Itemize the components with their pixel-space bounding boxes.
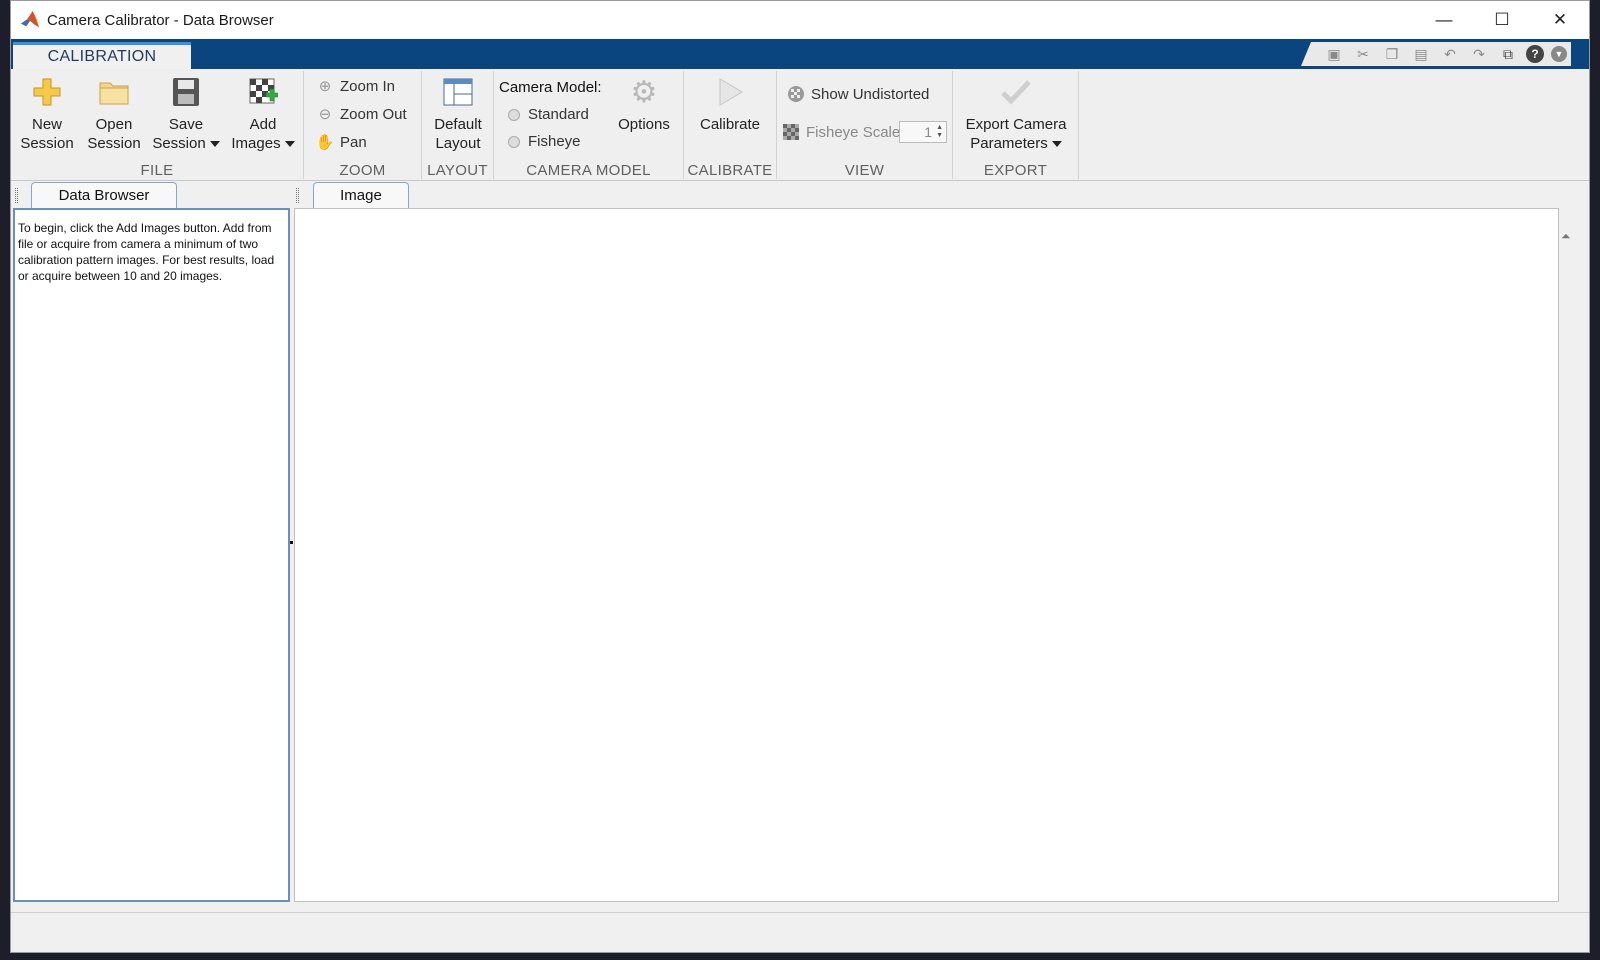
minimize-button[interactable]: — [1415,1,1473,39]
standard-radio[interactable]: Standard [508,106,589,123]
spinner-arrows-icon[interactable]: ▲ ▼ [936,124,943,140]
cut-icon[interactable]: ✂ [1352,44,1374,64]
options-button[interactable]: ⚙ Options [612,75,676,134]
quick-access-toolbar: ▣ ✂ ❐ ▤ ↶ ↷ ⧉ ? ▼ [1301,42,1571,66]
open-session-button[interactable]: Open Session [85,75,143,153]
save-session-button[interactable]: Save Session [149,75,223,153]
zoom-in-icon: ⊕ [318,78,332,95]
app-window: Camera Calibrator - Data Browser — ☐ ✕ C… [10,0,1590,953]
close-button[interactable]: ✕ [1531,1,1589,39]
status-bar [11,912,1589,952]
panel-grip-icon[interactable] [296,188,299,203]
calibrate-button[interactable]: Calibrate [692,75,768,134]
group-zoom: ⊕ Zoom In ⊖ Zoom Out ✋ Pan ZOOM [304,71,422,179]
group-layout: Default Layout LAYOUT [422,71,494,179]
show-undistorted-button[interactable]: Show Undistorted [787,85,929,103]
checkmark-icon [999,75,1033,109]
redo-icon[interactable]: ↷ [1468,44,1490,64]
menu-icon[interactable]: ▼ [1551,46,1567,62]
collapse-ribbon-icon[interactable]: ⏶ [1561,229,1575,243]
group-label-calibrate: CALIBRATE [687,162,773,179]
zoom-out-icon: ⊖ [318,106,332,123]
hand-icon: ✋ [315,134,335,151]
paste-icon[interactable]: ▤ [1410,44,1432,64]
group-view: Show Undistorted Fisheye Scale 1 ▲ ▼ VIEW [777,71,953,179]
group-calibrate: Calibrate CALIBRATE [684,71,777,179]
save-icon [169,75,203,109]
data-browser-content: To begin, click the Add Images button. A… [13,208,290,902]
undistorted-icon [787,85,805,103]
group-label-export: EXPORT [983,162,1048,179]
window-icon[interactable]: ⧉ [1497,44,1519,64]
save-icon[interactable]: ▣ [1323,44,1345,64]
matlab-logo-icon [20,10,40,28]
radio-icon [508,108,520,121]
window-title: Camera Calibrator - Data Browser [47,11,274,29]
tab-data-browser[interactable]: Data Browser [31,182,177,208]
data-browser-panel: Data Browser To begin, click the Add Ima… [13,182,290,902]
copy-icon[interactable]: ❐ [1381,44,1403,64]
export-camera-parameters-button[interactable]: Export Camera Parameters [959,75,1073,153]
maximize-button[interactable]: ☐ [1473,1,1531,39]
zoom-in-button[interactable]: ⊕ Zoom In [316,77,395,96]
radio-icon [508,135,520,148]
group-file: New Session Open Session Save Session Ad… [11,71,304,179]
data-browser-message: To begin, click the Add Images button. A… [18,221,275,283]
minimize-icon: — [1435,10,1453,29]
group-camera-model: Camera Model: Standard Fisheye ⚙ Options… [494,71,684,179]
title-bar: Camera Calibrator - Data Browser — ☐ ✕ [11,1,1589,39]
group-label-layout: LAYOUT [427,162,488,179]
tab-calibration[interactable]: CALIBRATION [13,42,191,69]
new-session-button[interactable]: New Session [19,75,75,153]
fisheye-scale-control: Fisheye Scale [782,123,900,141]
group-label-file: FILE [140,162,174,179]
folder-icon [97,75,131,109]
add-images-icon [246,75,280,109]
pan-button[interactable]: ✋ Pan [315,133,367,152]
dropdown-arrow-icon [1051,141,1062,148]
splitter-handle[interactable] [290,541,293,544]
group-label-camera-model: CAMERA MODEL [526,162,651,179]
image-panel: Image [294,182,1559,902]
camera-model-heading: Camera Model: [499,79,602,96]
fisheye-radio[interactable]: Fisheye [508,133,581,150]
group-label-view: VIEW [844,162,885,179]
dropdown-arrow-icon [284,141,295,148]
zoom-out-button[interactable]: ⊖ Zoom Out [316,105,407,124]
add-images-button[interactable]: Add Images [229,75,297,153]
group-label-zoom: ZOOM [339,162,386,179]
image-canvas [294,208,1559,902]
tab-image[interactable]: Image [313,182,409,208]
layout-icon [441,75,475,109]
new-session-icon [30,75,64,109]
play-icon [713,75,747,109]
group-export: Export Camera Parameters EXPORT [953,71,1079,179]
fisheye-scale-spinner[interactable]: 1 ▲ ▼ [899,121,947,143]
panel-grip-icon[interactable] [15,188,18,203]
dropdown-arrow-icon [209,141,220,148]
help-icon[interactable]: ? [1526,45,1544,63]
default-layout-button[interactable]: Default Layout [428,75,488,153]
checkerboard-icon [782,123,800,141]
gear-icon: ⚙ [630,75,658,109]
ribbon: New Session Open Session Save Session Ad… [11,69,1589,243]
maximize-icon: ☐ [1494,10,1510,29]
toolstrip-tabs: CALIBRATION ▣ ✂ ❐ ▤ ↶ ↷ ⧉ ? ▼ [11,39,1589,69]
close-icon: ✕ [1552,10,1568,29]
undo-icon[interactable]: ↶ [1439,44,1461,64]
